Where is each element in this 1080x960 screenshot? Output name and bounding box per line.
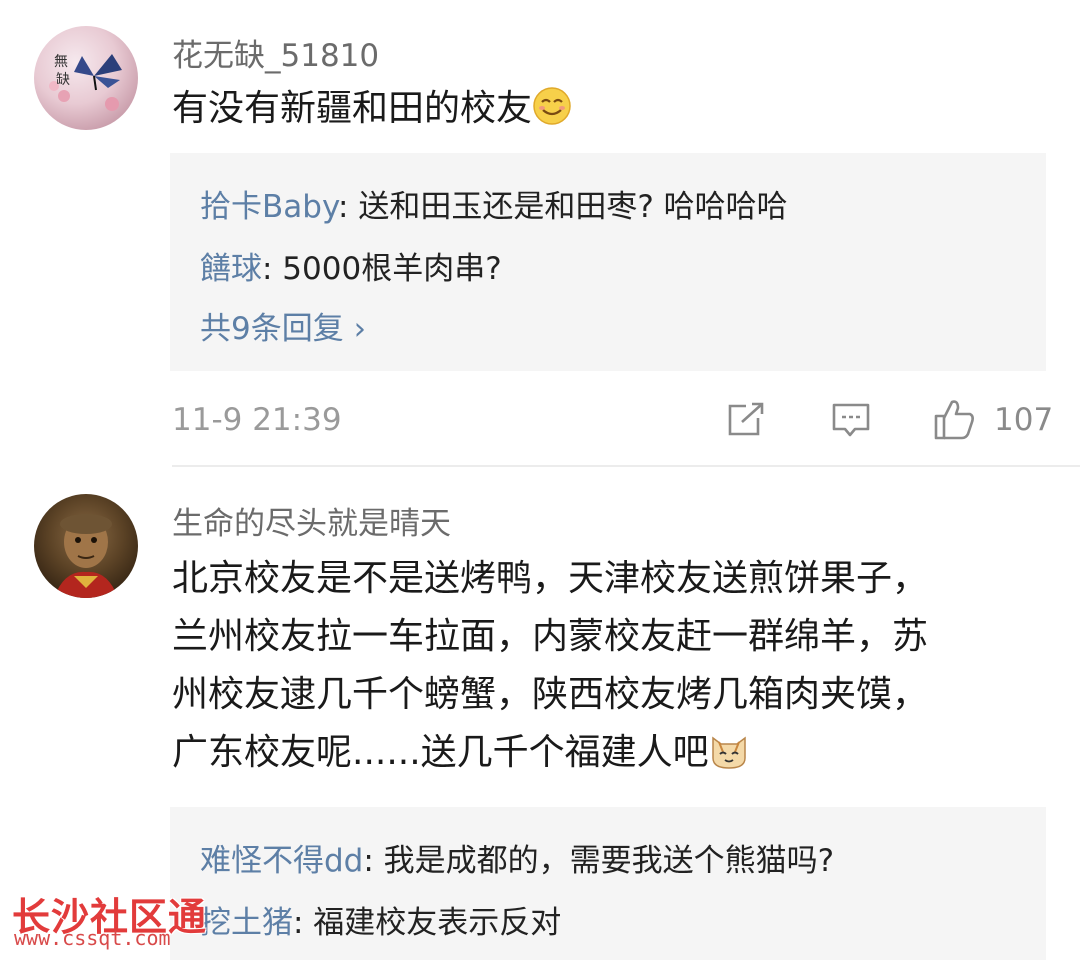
- reply-text: : 我是成都的，需要我送个熊猫吗?: [363, 843, 835, 879]
- comment-divider: [172, 465, 1080, 467]
- watermark-url: www.cssqt.com: [14, 926, 171, 950]
- like-count: 107: [994, 402, 1054, 438]
- comment-text: 广东校友呢......送几千个福建人吧: [172, 732, 709, 773]
- comment-content-line: 北京校友是不是送烤鸭，天津校友送煎饼果子，: [172, 558, 929, 599]
- comment-content-line: 兰州校友拉一车拉面，内蒙校友赶一群绵羊，苏: [172, 616, 929, 657]
- reply-item[interactable]: 饍球: 5000根羊肉串?: [200, 243, 502, 288]
- reply-username[interactable]: 拾卡Baby: [200, 189, 338, 225]
- reply-text: : 5000根羊肉串?: [262, 251, 502, 287]
- smiling-face-icon: [532, 86, 572, 144]
- comment-icon[interactable]: [830, 400, 872, 444]
- comment-timestamp: 11-9 21:39: [172, 402, 342, 438]
- share-icon[interactable]: [724, 400, 766, 444]
- view-all-replies-link[interactable]: 共9条回复 ›: [200, 303, 366, 348]
- cat-face-icon: [709, 730, 749, 788]
- comment-username[interactable]: 花无缺_51810: [172, 30, 379, 75]
- reply-username[interactable]: 挖土猪: [200, 905, 293, 941]
- reply-preview-box[interactable]: 难怪不得dd: 我是成都的，需要我送个熊猫吗? 挖土猪: 福建校友表示反对: [170, 807, 1046, 960]
- svg-text:無: 無: [54, 54, 68, 70]
- comment-content: 有没有新疆和田的校友: [172, 80, 572, 144]
- avatar[interactable]: [34, 494, 138, 598]
- comment-username[interactable]: 生命的尽头就是晴天: [172, 498, 451, 543]
- comment-content-line: 广东校友呢......送几千个福建人吧: [172, 724, 749, 788]
- svg-text:缺: 缺: [56, 72, 70, 88]
- reply-username[interactable]: 难怪不得dd: [200, 843, 363, 879]
- reply-item[interactable]: 挖土猪: 福建校友表示反对: [200, 897, 561, 942]
- butterfly-avatar-image: 無 缺: [49, 54, 122, 111]
- reply-item[interactable]: 难怪不得dd: 我是成都的，需要我送个熊猫吗?: [200, 835, 834, 880]
- comment-text: 有没有新疆和田的校友: [172, 88, 533, 129]
- avatar[interactable]: 無 缺: [34, 26, 138, 130]
- comment-content-line: 州校友逮几千个螃蟹，陕西校友烤几箱肉夹馍，: [172, 674, 929, 715]
- thumbs-up-icon[interactable]: [932, 396, 978, 446]
- reply-username[interactable]: 饍球: [200, 251, 262, 287]
- monkey-king-avatar-image: [54, 514, 118, 598]
- reply-preview-box[interactable]: 拾卡Baby: 送和田玉还是和田枣? 哈哈哈哈 饍球: 5000根羊肉串? 共9…: [170, 153, 1046, 371]
- reply-text: : 送和田玉还是和田枣? 哈哈哈哈: [338, 189, 788, 225]
- reply-text: : 福建校友表示反对: [293, 905, 562, 941]
- reply-item[interactable]: 拾卡Baby: 送和田玉还是和田枣? 哈哈哈哈: [200, 181, 788, 226]
